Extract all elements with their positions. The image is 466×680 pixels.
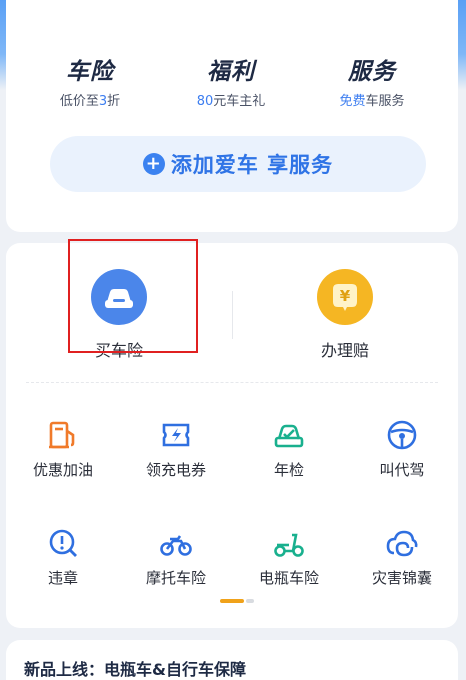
grid-label: 摩托车险	[145, 569, 206, 587]
scooter-icon	[274, 533, 304, 557]
claim-label: 办理赔	[320, 341, 369, 360]
dashed-divider	[26, 382, 438, 383]
grid-label: 电瓶车险	[258, 569, 319, 587]
grid-label: 领充电券	[145, 461, 206, 479]
plus-circle-icon: +	[142, 153, 165, 175]
yen-coin-icon: ¥	[317, 269, 373, 325]
grid-item-inspection[interactable]: 年检	[239, 417, 339, 480]
grid-item-fuel[interactable]: 优惠加油	[13, 417, 113, 480]
motorcycle-icon	[160, 535, 192, 556]
violation-search-icon	[49, 529, 77, 557]
grid-item-motorcycle[interactable]: 摩托车险	[126, 525, 226, 588]
grid-item-driver[interactable]: 叫代驾	[352, 417, 452, 480]
grid-item-ebike[interactable]: 电瓶车险	[239, 525, 339, 588]
steering-wheel-icon	[387, 420, 417, 450]
page-indicator-active	[220, 599, 244, 603]
benefit-subtitle: 低价至3折	[59, 94, 121, 109]
grid-label: 优惠加油	[32, 461, 93, 479]
charging-icon	[162, 423, 190, 447]
highlight-box	[68, 239, 198, 353]
benefit-subtitle: 免费车服务	[339, 94, 405, 109]
page-indicator	[220, 599, 254, 603]
svg-text:¥: ¥	[340, 287, 351, 305]
grid-item-disaster[interactable]: 灾害锦囊	[352, 525, 452, 588]
benefit-title: 服务	[348, 59, 396, 85]
add-car-label: 添加爱车 享服务	[170, 153, 334, 177]
grid-label: 违章	[47, 569, 78, 587]
news-title: 新品上线：电瓶车&自行车保障	[24, 660, 246, 679]
fuel-pump-icon	[49, 421, 75, 449]
add-car-button[interactable]: + 添加爱车 享服务	[50, 136, 426, 192]
benefit-car-insurance[interactable]: 车险 低价至3折	[20, 52, 160, 109]
benefit-title: 福利	[207, 59, 255, 85]
disaster-bag-icon	[386, 530, 418, 557]
divider	[232, 291, 233, 339]
grid-item-violation[interactable]: 违章	[13, 525, 113, 588]
claim-button[interactable]: ¥ 办理赔	[285, 269, 405, 361]
benefit-welfare[interactable]: 福利 80元车主礼	[161, 52, 301, 109]
news-card[interactable]: 新品上线：电瓶车&自行车保障	[6, 640, 458, 680]
benefit-service[interactable]: 服务 免费车服务	[302, 52, 442, 109]
inspection-car-icon	[274, 424, 304, 448]
benefit-subtitle: 80元车主礼	[196, 94, 266, 109]
grid-label: 年检	[273, 461, 304, 479]
page-indicator-inactive	[246, 599, 254, 603]
benefits-card: 车险 低价至3折 福利 80元车主礼 服务 免费车服务 + 添加爱车 享服务	[6, 0, 458, 232]
grid-label: 灾害锦囊	[371, 569, 432, 587]
benefit-title: 车险	[66, 59, 114, 85]
grid-label: 叫代驾	[379, 461, 425, 479]
grid-item-charging[interactable]: 领充电券	[126, 417, 226, 480]
